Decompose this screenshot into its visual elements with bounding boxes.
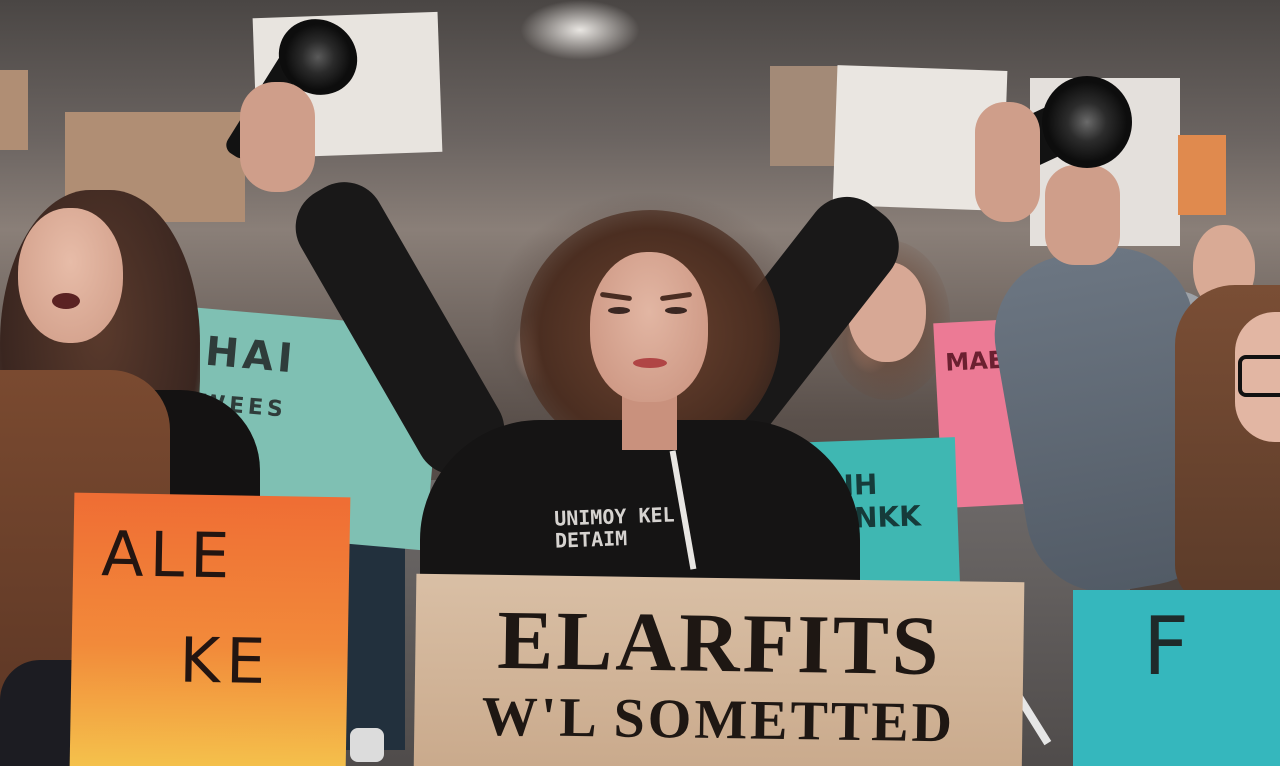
sign-text: F <box>1143 600 1196 693</box>
left-marcher-face <box>18 208 123 343</box>
marcher-legs <box>345 540 405 750</box>
right-marcher-hand <box>1045 165 1120 265</box>
orange-protest-sign: ALE KE <box>69 492 351 766</box>
sign-text: ALE <box>100 517 237 593</box>
raised-left-hand <box>240 82 315 192</box>
sign-text: KE <box>178 623 272 699</box>
glasses-icon <box>1238 355 1280 397</box>
main-protester-face <box>590 252 708 402</box>
cardboard-protest-sign: ELARFITS W'L SOMETTED <box>413 573 1025 766</box>
lips <box>633 358 667 368</box>
protest-photo: MAE AHIH CHINKK HAI WEES UNIMOY KEL DETA… <box>0 0 1280 766</box>
sky-glow <box>520 0 640 60</box>
eye <box>665 307 687 314</box>
teal-protest-sign: F <box>1073 590 1280 766</box>
open-mouth <box>52 293 80 309</box>
sign-text: ELARFITS <box>496 593 943 694</box>
sign-text: W'L SOMETTED <box>481 686 956 755</box>
eye <box>608 307 630 314</box>
sneaker <box>350 728 384 762</box>
raised-right-hand <box>975 102 1040 222</box>
megaphone-icon <box>1042 76 1132 168</box>
